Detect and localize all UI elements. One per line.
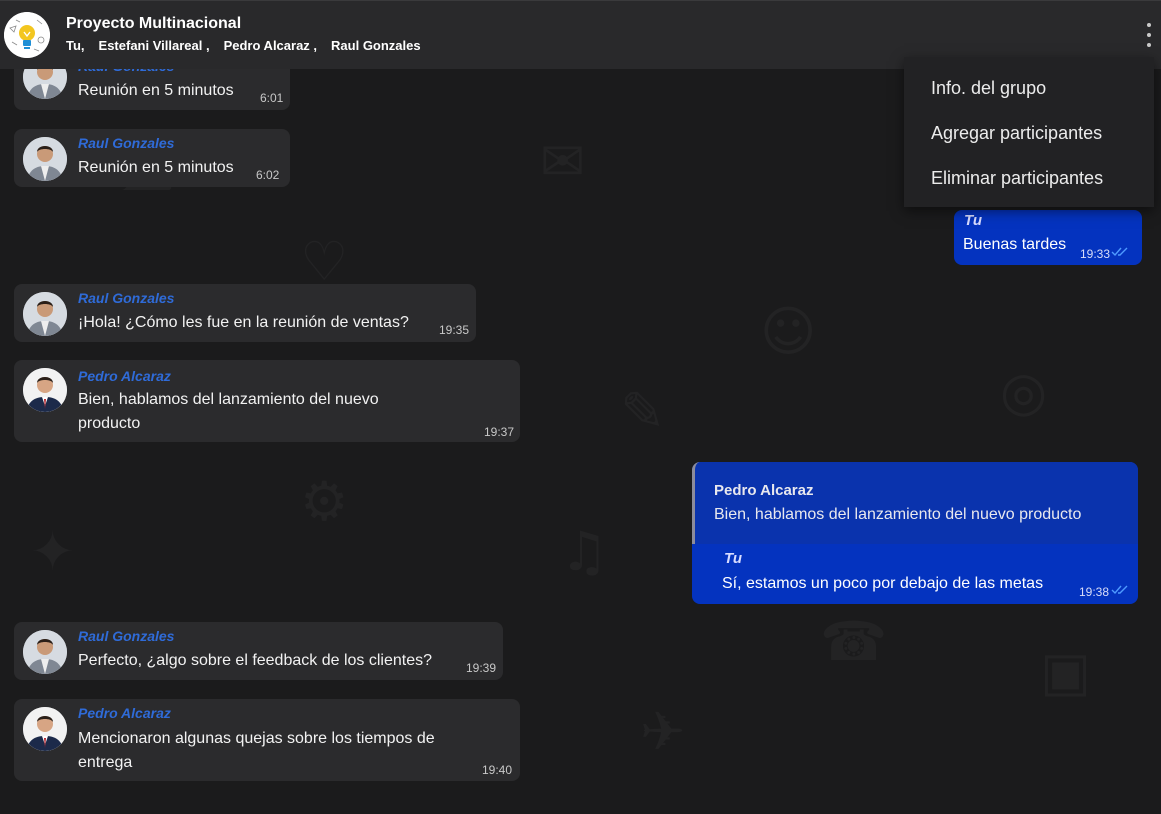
message-time: 19:38: [1079, 585, 1110, 599]
message-bubble[interactable]: Pedro Alcaraz Mencionaron algunas quejas…: [14, 699, 520, 781]
sender-name: Raul Gonzales: [78, 135, 175, 151]
double-check-icon: [1111, 247, 1128, 257]
message-text: Sí, estamos un poco por debajo de las me…: [722, 575, 1044, 592]
avatar: [23, 707, 67, 751]
group-avatar[interactable]: [4, 12, 50, 58]
message-time: 6:02: [256, 168, 280, 182]
outgoing-reply-bubble[interactable]: Pedro Alcaraz Bien, hablamos del lanzami…: [692, 462, 1138, 604]
message-bubble[interactable]: Pedro Alcaraz Bien, hablamos del lanzami…: [14, 360, 520, 442]
member-name: Raul Gonzales: [331, 38, 421, 53]
message-time: 19:35: [439, 323, 470, 337]
double-check-icon: [1111, 585, 1128, 595]
sender-name: Tu: [724, 550, 743, 567]
avatar: [23, 630, 67, 674]
message-bubble[interactable]: Raul Gonzales Perfecto, ¿algo sobre el f…: [14, 622, 503, 680]
quoted-text: Bien, hablamos del lanzamiento del nuevo…: [714, 506, 1082, 523]
message-text-line: entrega: [78, 754, 133, 771]
outgoing-message-bubble[interactable]: Tu Buenas tardes 19:33: [954, 210, 1142, 265]
menu-item-remove-participants[interactable]: Eliminar participantes: [931, 168, 1103, 189]
group-members: Tu, Estefani Villareal , Pedro Alcaraz ,…: [66, 38, 421, 53]
lightbulb-icon: [4, 12, 50, 58]
group-options-menu: Info. del grupo Agregar participantes El…: [904, 57, 1154, 207]
sender-name: Pedro Alcaraz: [78, 705, 171, 721]
avatar: [23, 292, 67, 336]
menu-item-group-info[interactable]: Info. del grupo: [931, 78, 1046, 99]
menu-item-add-participants[interactable]: Agregar participantes: [931, 123, 1102, 144]
message-time: 19:37: [484, 425, 515, 439]
message-text-line: producto: [78, 415, 141, 432]
sender-name: Pedro Alcaraz: [78, 368, 171, 384]
message-text-line: Mencionaron algunas quejas sobre los tie…: [78, 730, 435, 747]
sender-name: Raul Gonzales: [78, 290, 175, 306]
avatar: [23, 137, 67, 181]
message-text: Buenas tardes: [963, 236, 1067, 253]
message-text: Reunión en 5 minutos: [78, 159, 234, 176]
member-name: Tu,: [66, 38, 85, 53]
message-text: Perfecto, ¿algo sobre el feedback de los…: [78, 652, 432, 669]
message-bubble[interactable]: Raul Gonzales Reunión en 5 minutos 6:02: [14, 129, 290, 187]
more-vertical-icon[interactable]: [1143, 23, 1155, 47]
message-text: ¡Hola! ¿Cómo les fue en la reunión de ve…: [78, 314, 409, 331]
quoted-sender: Pedro Alcaraz: [714, 482, 814, 499]
member-name: Estefani Villareal ,: [98, 38, 210, 53]
message-time: 19:39: [466, 661, 497, 675]
message-time: 19:33: [1080, 247, 1111, 261]
message-text-line: Bien, hablamos del lanzamiento del nuevo: [78, 391, 379, 408]
message-bubble[interactable]: Raul Gonzales ¡Hola! ¿Cómo les fue en la…: [14, 284, 476, 342]
quoted-message[interactable]: Pedro Alcaraz Bien, hablamos del lanzami…: [692, 462, 1138, 544]
sender-name: Raul Gonzales: [78, 628, 175, 644]
sender-name: Tu: [964, 212, 983, 229]
member-name: Pedro Alcaraz ,: [223, 38, 318, 53]
message-time: 19:40: [482, 763, 513, 777]
message-time: 6:01: [260, 91, 284, 105]
avatar: [23, 368, 67, 412]
message-text: Reunión en 5 minutos: [78, 82, 234, 99]
group-title: Proyecto Multinacional: [66, 15, 242, 32]
